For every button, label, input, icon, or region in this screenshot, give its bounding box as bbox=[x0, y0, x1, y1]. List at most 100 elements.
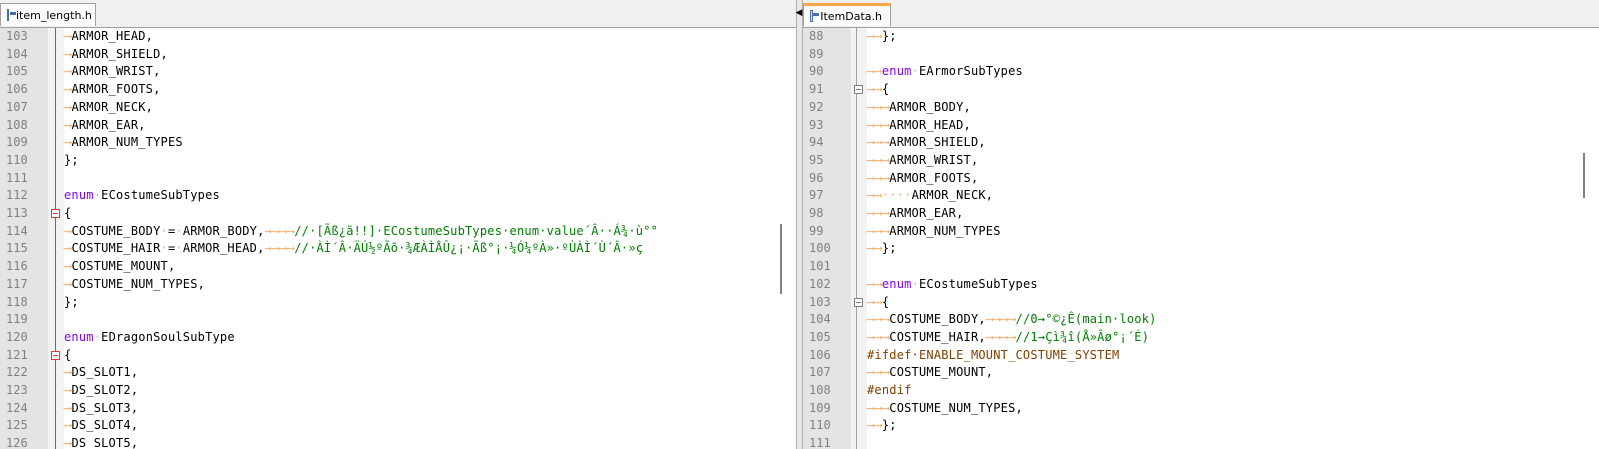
keyword-token: enum bbox=[64, 188, 94, 203]
code-line[interactable]: 121 { bbox=[0, 347, 796, 365]
whitespace-marker: · bbox=[175, 223, 183, 238]
code-line[interactable]: 126 ⟶DS_SLOT5, bbox=[0, 435, 796, 449]
code-line[interactable]: 99 ⟶⟶⟶ARMOR_NUM_TYPES bbox=[803, 223, 1599, 241]
collapse-minus-icon[interactable] bbox=[51, 350, 60, 360]
scrollbar-thumb[interactable] bbox=[780, 224, 782, 294]
code-line[interactable]: 108 ⟶ARMOR_EAR, bbox=[0, 117, 796, 135]
code-line[interactable]: 89 bbox=[803, 46, 1599, 64]
code-token: ARMOR_NECK, bbox=[71, 99, 154, 114]
line-number: 114 bbox=[6, 223, 28, 238]
code-line[interactable]: 93 ⟶⟶⟶ARMOR_HEAD, bbox=[803, 117, 1599, 135]
code-text: ⟶⟶⟶ARMOR_HEAD, bbox=[867, 117, 971, 135]
code-line[interactable]: 110}; bbox=[0, 152, 796, 170]
fold-toggle[interactable] bbox=[50, 205, 64, 223]
code-text: ⟶⟶⟶ARMOR_EAR, bbox=[867, 205, 964, 223]
code-line[interactable]: 125 ⟶DS_SLOT4, bbox=[0, 417, 796, 435]
collapse-minus-icon[interactable] bbox=[854, 85, 863, 95]
code-line[interactable]: 107 ⟶⟶⟶COSTUME_MOUNT, bbox=[803, 364, 1599, 382]
line-number: 108 bbox=[6, 117, 28, 132]
line-number: 111 bbox=[6, 170, 28, 185]
code-line[interactable]: 111 bbox=[0, 170, 796, 188]
whitespace-marker: · bbox=[160, 241, 168, 256]
comment-token: //0→°©¿Ê(main·look) bbox=[1015, 312, 1157, 327]
code-line[interactable]: 108 #endif bbox=[803, 382, 1599, 400]
code-text: ⟶⟶⟶ARMOR_SHIELD, bbox=[867, 134, 986, 152]
code-line[interactable]: 122 ⟶DS_SLOT1, bbox=[0, 364, 796, 382]
code-token: ARMOR_NUM_TYPES bbox=[889, 223, 1001, 238]
code-line[interactable]: 103 ⟶ARMOR_HEAD, bbox=[0, 28, 796, 46]
line-number: 97 bbox=[809, 188, 824, 203]
code-line[interactable]: 113 { bbox=[0, 205, 796, 223]
code-line[interactable]: 119 bbox=[0, 311, 796, 329]
code-line[interactable]: 95 ⟶⟶⟶ARMOR_WRIST, bbox=[803, 152, 1599, 170]
vertical-scrollbar[interactable] bbox=[776, 28, 788, 449]
code-line[interactable]: 120 enum·EDragonSoulSubType bbox=[0, 329, 796, 347]
code-line[interactable]: 91 ⟶⟶{ bbox=[803, 81, 1599, 99]
code-line[interactable]: 94 ⟶⟶⟶ARMOR_SHIELD, bbox=[803, 134, 1599, 152]
line-number: 107 bbox=[809, 365, 831, 380]
code-line[interactable]: 110 ⟶⟶}; bbox=[803, 417, 1599, 435]
whitespace-marker: ⟶⟶⟶ bbox=[867, 365, 890, 380]
code-token: ECostumeSubTypes bbox=[919, 276, 1038, 291]
collapse-minus-icon[interactable] bbox=[51, 209, 60, 218]
code-line[interactable]: 101 bbox=[803, 258, 1599, 276]
code-area[interactable]: 103 ⟶ARMOR_HEAD, 104 ⟶ARMOR_SHIELD, 105 ⟶ARMO… bbox=[0, 28, 796, 449]
scrollbar-thumb[interactable] bbox=[1583, 153, 1585, 198]
code-line[interactable]: 107 ⟶ARMOR_NECK, bbox=[0, 99, 796, 117]
code-line[interactable]: 102 ⟶⟶enum·ECostumeSubTypes bbox=[803, 276, 1599, 294]
code-line[interactable]: 109 ⟶⟶⟶COSTUME_NUM_TYPES, bbox=[803, 400, 1599, 418]
code-text: }; bbox=[64, 152, 79, 170]
code-line[interactable]: 97 ⟶⟶····ARMOR_NECK, bbox=[803, 187, 1599, 205]
code-text: ⟶ARMOR_HEAD, bbox=[64, 28, 153, 46]
code-token: ARMOR_WRIST, bbox=[889, 152, 979, 167]
code-line[interactable]: 98 ⟶⟶⟶ARMOR_EAR, bbox=[803, 205, 1599, 223]
code-line[interactable]: 92 ⟶⟶⟶ARMOR_BODY, bbox=[803, 99, 1599, 117]
code-line[interactable]: 104 ⟶ARMOR_SHIELD, bbox=[0, 46, 796, 64]
fold-toggle[interactable] bbox=[50, 347, 64, 365]
code-line[interactable]: 96 ⟶⟶⟶ARMOR_FOOTS, bbox=[803, 170, 1599, 188]
code-line[interactable]: 103 ⟶⟶{ bbox=[803, 294, 1599, 312]
code-line[interactable]: 114 ⟶COSTUME_BODY·=·ARMOR_BODY,→⟶⟶⟶//·[Ãß… bbox=[0, 223, 796, 241]
fold-toggle[interactable] bbox=[853, 294, 867, 312]
code-line[interactable]: 105 ⟶ARMOR_WRIST, bbox=[0, 63, 796, 81]
code-token: ARMOR_SHIELD, bbox=[889, 135, 986, 150]
line-number: 101 bbox=[809, 259, 831, 274]
code-text: ⟶⟶{ bbox=[867, 294, 889, 312]
code-line[interactable]: 117 ⟶COSTUME_NUM_TYPES, bbox=[0, 276, 796, 294]
line-number: 89 bbox=[809, 46, 824, 61]
code-text: ⟶⟶⟶ARMOR_FOOTS, bbox=[867, 170, 978, 188]
tab-itemdata[interactable]: ItemData.h bbox=[803, 3, 891, 26]
code-line[interactable]: 90 ⟶⟶enum·EArmorSubTypes bbox=[803, 63, 1599, 81]
code-text: ⟶COSTUME_NUM_TYPES, bbox=[64, 276, 205, 294]
line-number: 109 bbox=[809, 400, 831, 415]
code-line[interactable]: 111 bbox=[803, 435, 1599, 449]
code-line[interactable]: 106 #ifdef·ENABLE_MOUNT_COSTUME_SYSTEM bbox=[803, 347, 1599, 365]
whitespace-marker: ⟶⟶⟶ bbox=[867, 206, 890, 220]
code-line[interactable]: 112 enum·ECostumeSubTypes bbox=[0, 187, 796, 205]
code-token: COSTUME_NUM_TYPES, bbox=[71, 276, 206, 291]
code-line[interactable]: 116 ⟶COSTUME_MOUNT, bbox=[0, 258, 796, 276]
tab-item-length[interactable]: item_length.h bbox=[0, 3, 96, 26]
code-line[interactable]: 123 ⟶DS_SLOT2, bbox=[0, 382, 796, 400]
code-line[interactable]: 118}; bbox=[0, 294, 796, 312]
code-area[interactable]: 88 ⟶⟶}; 89 90 ⟶⟶enum·EArmorSubTypes 91 ⟶⟶{92 ⟶⟶… bbox=[803, 28, 1599, 449]
code-line[interactable]: 100 ⟶⟶}; bbox=[803, 240, 1599, 258]
vertical-scrollbar[interactable] bbox=[1579, 28, 1591, 449]
code-line[interactable]: 105 ⟶⟶⟶COSTUME_HAIR,⟶⟶⟶⟶//1→Çì¾î(Å»Âø°¡´É… bbox=[803, 329, 1599, 347]
line-number: 120 bbox=[6, 329, 28, 344]
code-line[interactable]: 109 ⟶ARMOR_NUM_TYPES bbox=[0, 134, 796, 152]
code-text: ⟶⟶⟶COSTUME_BODY,⟶⟶⟶⟶//0→°©¿Ê(main·look) bbox=[867, 311, 1157, 329]
code-text: { bbox=[64, 205, 71, 223]
line-number: 88 bbox=[809, 29, 824, 43]
code-text: ⟶⟶····ARMOR_NECK, bbox=[867, 187, 993, 205]
code-line[interactable]: 106 ⟶ARMOR_FOOTS, bbox=[0, 81, 796, 99]
code-line[interactable]: 88 ⟶⟶}; bbox=[803, 28, 1599, 46]
pane-splitter[interactable] bbox=[796, 0, 803, 449]
fold-toggle[interactable] bbox=[853, 81, 867, 99]
code-line[interactable]: 104 ⟶⟶⟶COSTUME_BODY,⟶⟶⟶⟶//0→°©¿Ê(main·loo… bbox=[803, 311, 1599, 329]
code-token: ARMOR_BODY, bbox=[889, 99, 971, 114]
code-token: ARMOR_NUM_TYPES bbox=[71, 135, 183, 150]
code-line[interactable]: 115 ⟶COSTUME_HAIR·=·ARMOR_HEAD,→⟶⟶⟶//·ÀÌ´… bbox=[0, 240, 796, 258]
collapse-minus-icon[interactable] bbox=[854, 297, 863, 307]
code-line[interactable]: 124 ⟶DS_SLOT3, bbox=[0, 400, 796, 418]
